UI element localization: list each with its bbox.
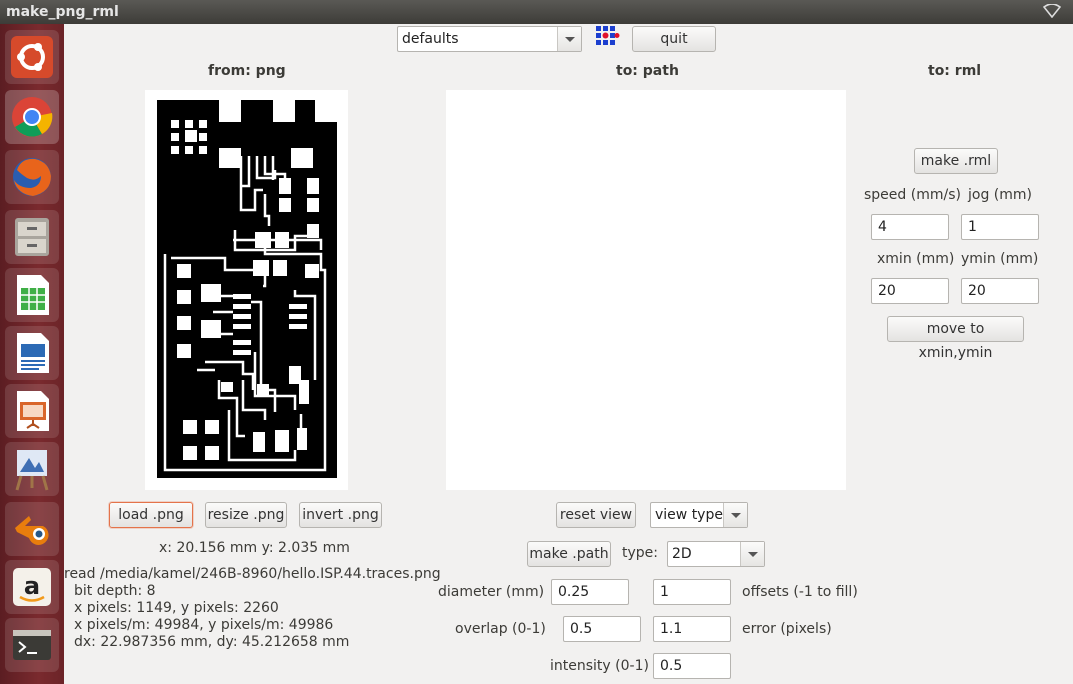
offsets-label: offsets (-1 to fill): [742, 584, 858, 600]
launcher-image-viewer[interactable]: [5, 442, 59, 496]
quit-button[interactable]: quit: [632, 26, 716, 52]
load-png-button[interactable]: load .png: [109, 502, 193, 528]
amazon-icon: a: [13, 568, 51, 606]
reset-view-button[interactable]: reset view: [556, 502, 636, 528]
jog-label: jog (mm): [968, 187, 1032, 203]
unity-launcher: a: [0, 24, 64, 684]
launcher-terminal[interactable]: [5, 618, 59, 672]
ubuntu-logo-icon: [11, 36, 53, 78]
xmin-input[interactable]: 20: [871, 278, 949, 304]
firefox-icon: [13, 158, 51, 196]
svg-text:a: a: [24, 572, 40, 600]
overlap-input[interactable]: 0.5: [563, 616, 641, 642]
view-type-value: view type: [655, 507, 723, 523]
header-to-rml: to: rml: [928, 63, 982, 79]
png-info-text: read /media/kamel/246B-8960/hello.ISP.44…: [64, 566, 441, 651]
info-bit-depth: bit depth: 8: [74, 583, 156, 599]
diameter-input[interactable]: 0.25: [551, 579, 629, 605]
intensity-input[interactable]: 0.5: [653, 653, 731, 679]
jog-input[interactable]: 1: [961, 214, 1039, 240]
xmin-label: xmin (mm): [877, 251, 955, 267]
blender-icon: [15, 516, 49, 545]
chevron-down-icon[interactable]: [557, 27, 581, 51]
pcb-traces-image: [157, 100, 337, 478]
spreadsheet-icon: [17, 275, 49, 315]
type-label: type:: [622, 545, 658, 561]
launcher-blender[interactable]: [5, 502, 59, 556]
easel-icon: [15, 450, 49, 491]
file-cabinet-icon: [15, 218, 49, 256]
info-dx-dy: dx: 22.987356 mm, dy: 45.212658 mm: [74, 634, 350, 650]
header-to-path: to: path: [616, 63, 679, 79]
type-select-value: 2D: [672, 546, 692, 562]
path-preview-canvas[interactable]: [446, 90, 846, 490]
make-rml-button[interactable]: make .rml: [914, 148, 998, 174]
header-from-png: from: png: [208, 63, 286, 79]
launcher-calc[interactable]: [5, 268, 59, 322]
ymin-input[interactable]: 20: [961, 278, 1039, 304]
speed-label: speed (mm/s): [864, 187, 961, 203]
launcher-writer[interactable]: [5, 326, 59, 380]
info-pixels-per-m: x pixels/m: 49984, y pixels/m: 49986: [74, 617, 334, 633]
move-to-xmin-ymin-button[interactable]: move to xmin,ymin: [887, 316, 1024, 361]
chevron-down-icon[interactable]: [723, 503, 747, 527]
view-type-select[interactable]: view type: [650, 502, 748, 528]
png-preview-canvas[interactable]: [145, 90, 348, 490]
ymin-label: ymin (mm): [961, 251, 1039, 267]
presentation-icon: [17, 391, 49, 431]
launcher-files[interactable]: [5, 210, 59, 264]
error-label: error (pixels): [742, 621, 832, 637]
chevron-down-icon[interactable]: [740, 542, 764, 566]
defaults-select-value: defaults: [402, 31, 459, 47]
chrome-icon: [12, 97, 53, 137]
type-select[interactable]: 2D: [667, 541, 765, 567]
info-pixels: x pixels: 1149, y pixels: 2260: [74, 600, 279, 616]
window-title: make_png_rml: [6, 4, 119, 20]
app-logo-icon: [596, 26, 620, 45]
launcher-impress[interactable]: [5, 384, 59, 438]
invert-png-button[interactable]: invert .png: [299, 502, 382, 528]
make-path-button[interactable]: make .path: [527, 541, 611, 567]
document-icon: [17, 333, 49, 373]
info-read-path: read /media/kamel/246B-8960/hello.ISP.44…: [64, 566, 441, 582]
launcher-firefox[interactable]: [5, 150, 59, 204]
overlap-label: overlap (0-1): [455, 621, 546, 637]
speed-input[interactable]: 4: [871, 214, 949, 240]
launcher-ubuntu-dash[interactable]: [5, 30, 59, 84]
resize-png-button[interactable]: resize .png: [205, 502, 287, 528]
error-input[interactable]: 1.1: [653, 616, 731, 642]
main-content: defaults quit from: png to: path to: rml: [64, 24, 1073, 684]
defaults-select[interactable]: defaults: [397, 26, 582, 52]
window-titlebar: make_png_rml: [0, 0, 1073, 24]
intensity-label: intensity (0-1): [550, 658, 649, 674]
wifi-icon[interactable]: [1043, 4, 1061, 18]
cursor-coordinates: x: 20.156 mm y: 2.035 mm: [159, 540, 350, 556]
offsets-input[interactable]: 1: [653, 579, 731, 605]
launcher-chrome[interactable]: [5, 90, 59, 144]
launcher-amazon[interactable]: a: [5, 560, 59, 614]
diameter-label: diameter (mm): [438, 584, 545, 600]
terminal-icon: [13, 630, 51, 660]
